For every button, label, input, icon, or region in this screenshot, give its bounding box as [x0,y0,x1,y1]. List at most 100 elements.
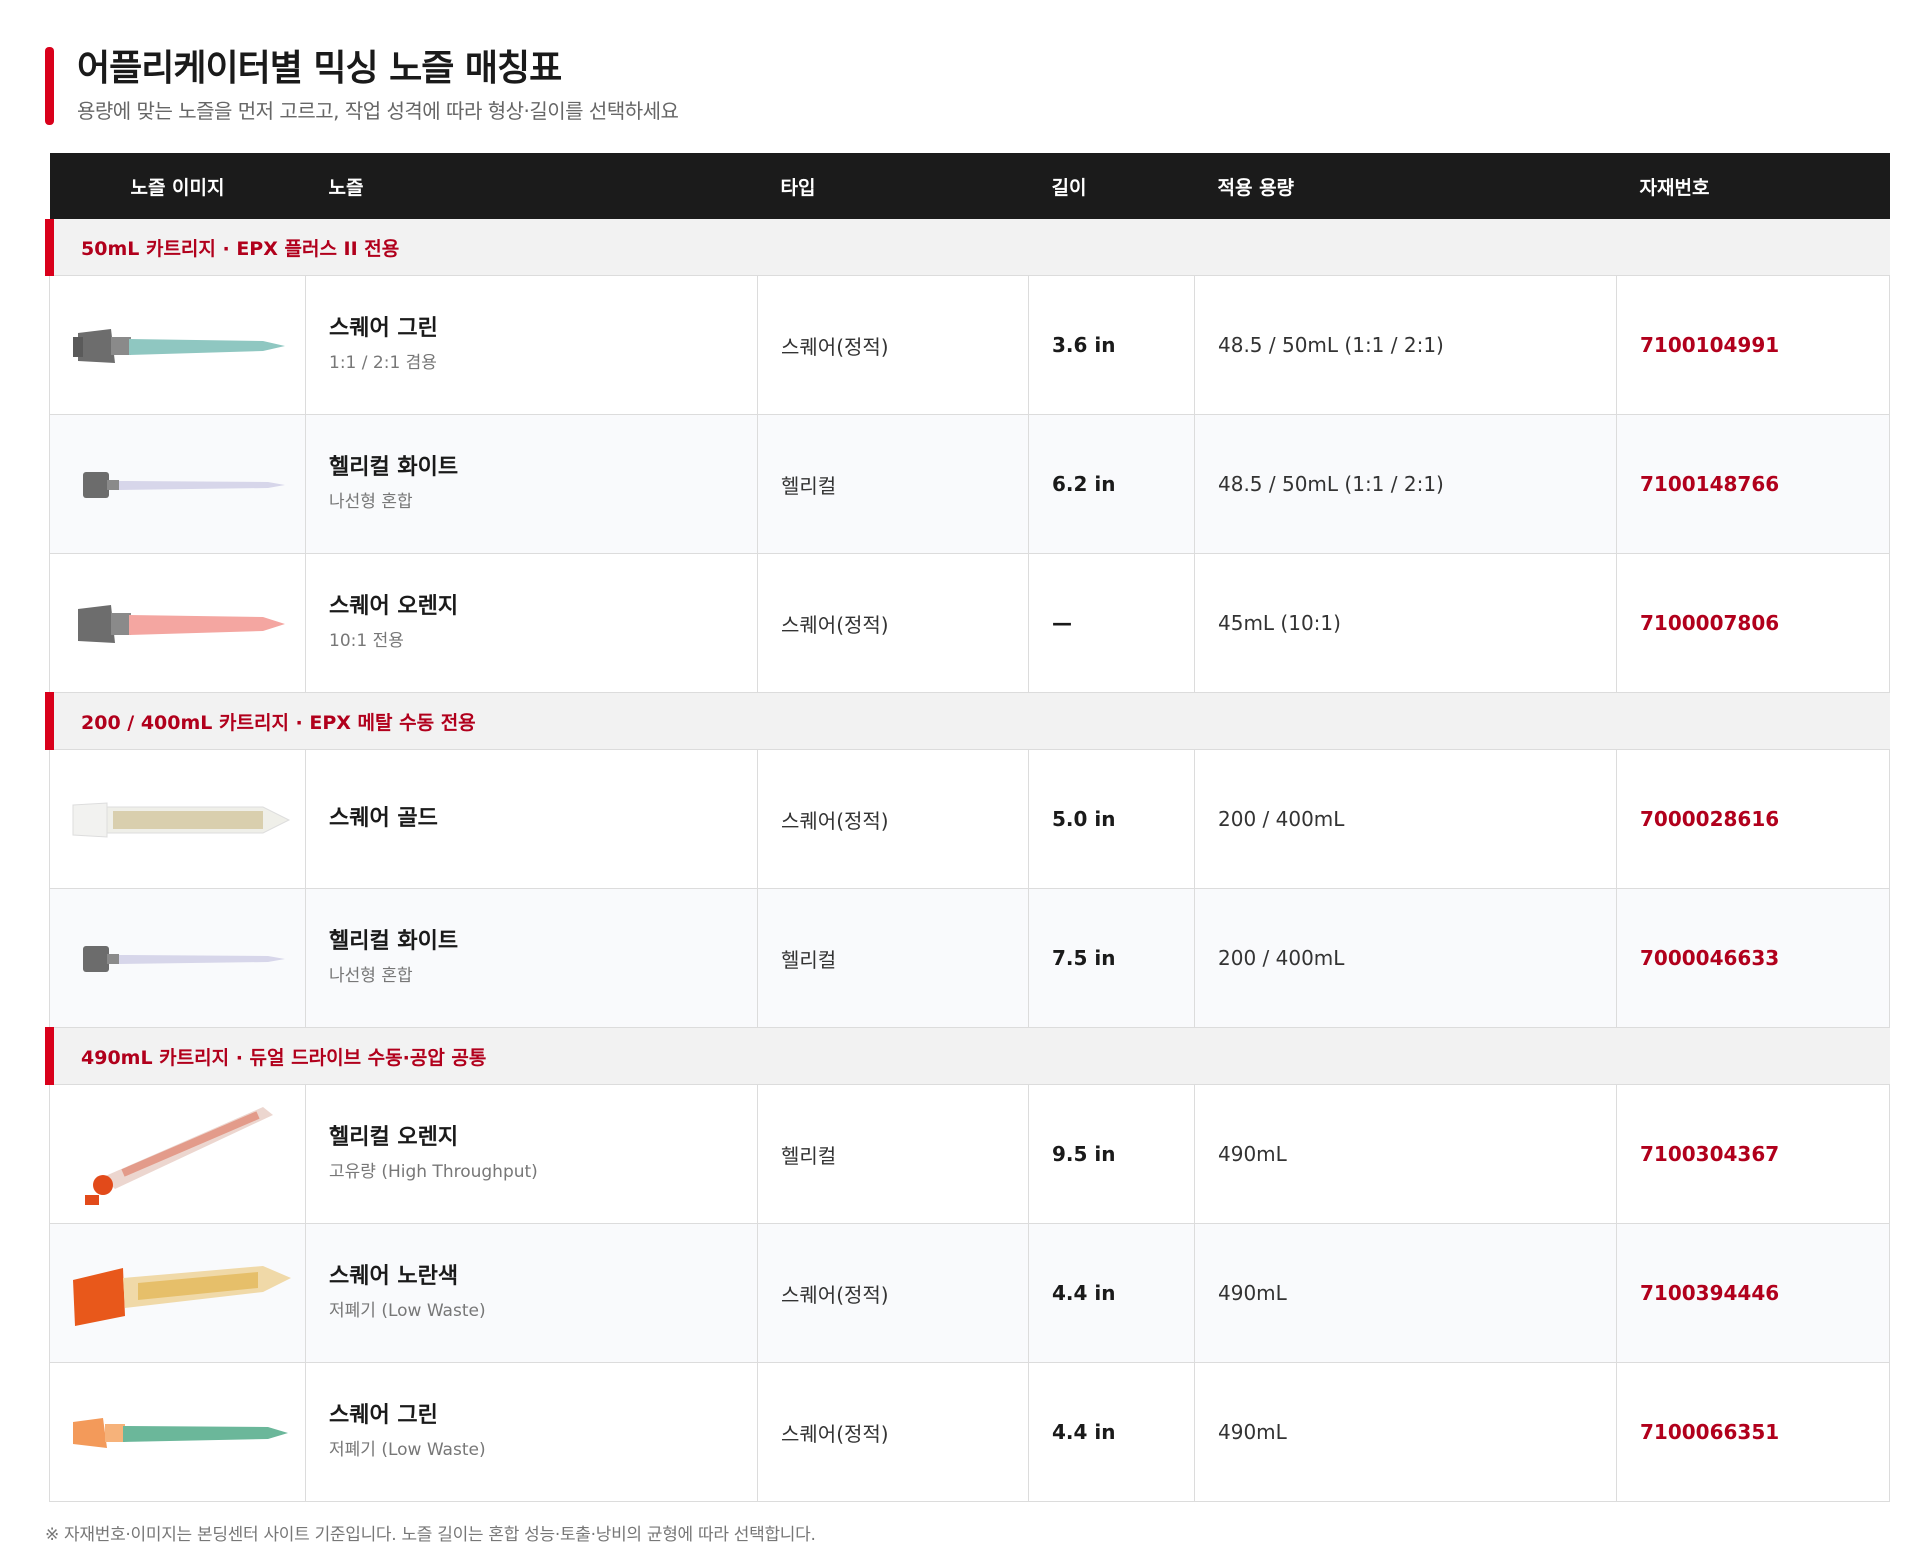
capacity-cell: 490mL [1194,1362,1617,1502]
group-label: 200 / 400mL 카트리지 · EPX 메탈 수동 전용 [45,692,1890,750]
page-subtitle: 용량에 맞는 노즐을 먼저 고르고, 작업 성격에 따라 형상·길이를 선택하세… [77,99,679,123]
table-row: 헬리컬 화이트 나선형 혼합 헬리컬 7.5 in 200 / 400mL 7000046… [49,888,1890,1028]
table-body: 50mL 카트리지 · EPX 플러스 II 전용스퀘어 그린 1:1 / 2:1… [45,219,1890,1502]
nozzle-cell: 스퀘어 골드 [305,749,758,889]
nozzle-cell: 스퀘어 노란색저폐기 (Low Waste) [305,1223,758,1363]
capacity-cell: 45mL (10:1) [1194,553,1617,693]
nozzle-image-cell [49,275,306,415]
nozzle-name: 스퀘어 골드 [329,806,438,831]
nozzle-subtext: 저폐기 (Low Waste) [329,1440,486,1460]
part-number-cell: 7100148766 [1616,414,1890,554]
part-number-cell: 7100104991 [1616,275,1890,415]
nozzle-image-cell [49,414,306,554]
length-cell: 9.5 in [1028,1084,1195,1224]
helical-orange-nozzle-icon [50,1099,305,1209]
square-green-nozzle-icon [50,1402,305,1462]
length-cell: 4.4 in [1028,1223,1195,1363]
helical-white-nozzle-icon [50,454,305,514]
header-image: 노즐 이미지 [49,153,306,219]
nozzle-name: 헬리컬 화이트 [329,455,459,480]
nozzle-subtext: 10:1 전용 [329,631,404,651]
type-cell: 헬리컬 [757,414,1029,554]
table-header-row: 노즐 이미지 노즐 타입 길이 적용 용량 자재번호 [49,153,1890,219]
type-cell: 스퀘어(정적) [757,275,1029,415]
nozzle-subtext: 고유량 (High Throughput) [329,1162,538,1182]
nozzle-cell: 헬리컬 화이트나선형 혼합 [305,888,758,1028]
type-cell: 스퀘어(정적) [757,553,1029,693]
table-row: 스퀘어 그린 저폐기 (Low Waste) 스퀘어(정적) 4.4 in 490mL 7… [49,1362,1890,1502]
part-number-cell: 7000028616 [1616,749,1890,889]
group-label: 490mL 카트리지 · 듀얼 드라이브 수동·공압 공통 [45,1027,1890,1085]
capacity-cell: 200 / 400mL [1194,749,1617,889]
type-cell: 스퀘어(정적) [757,1362,1029,1502]
capacity-cell: 490mL [1194,1223,1617,1363]
page-title: 어플리케이터별 믹싱 노즐 매칭표 [77,48,562,89]
table-row: 스퀘어 노란색 저폐기 (Low Waste) 스퀘어(정적) 4.4 in 490mL… [49,1223,1890,1363]
nozzle-subtext: 나선형 혼합 [329,966,413,986]
length-cell: 3.6 in [1028,275,1195,415]
table-row: 스퀘어 오렌지 10:1 전용 스퀘어(정적) —45mL (10:1) 7100007… [49,553,1890,693]
footnote: ※ 자재번호·이미지는 본딩센터 사이트 기준입니다. 노즐 길이는 혼합 성능… [45,1525,816,1545]
nozzle-cell: 스퀘어 그린 1:1 / 2:1 겸용 [305,275,758,415]
nozzle-name: 스퀘어 오렌지 [329,594,459,619]
square-green-nozzle-icon [50,315,305,375]
nozzle-name: 헬리컬 오렌지 [329,1125,459,1150]
nozzle-image-cell [49,1084,306,1224]
header-length: 길이 [1028,153,1195,219]
table-row: 스퀘어 골드 스퀘어(정적) 5.0 in 200 / 400mL 7000028616 [49,749,1890,889]
table-row: 스퀘어 그린 1:1 / 2:1 겸용 스퀘어(정적) 3.6 in 48.5 / 50… [49,275,1890,415]
square-yellow-nozzle-icon [50,1238,305,1348]
nozzle-cell: 스퀘어 오렌지 10:1 전용 [305,553,758,693]
part-number-cell: 7100304367 [1616,1084,1890,1224]
group-row: 200 / 400mL 카트리지 · EPX 메탈 수동 전용 [45,692,1890,750]
length-cell: 7.5 in [1028,888,1195,1028]
nozzle-name: 헬리컬 화이트 [329,929,459,954]
group-label: 50mL 카트리지 · EPX 플러스 II 전용 [45,219,1890,276]
nozzle-subtext: 나선형 혼합 [329,492,413,512]
nozzle-matching-table: 노즐 이미지 노즐 타입 길이 적용 용량 자재번호 50mL 카트리지 · E… [45,153,1890,1502]
header-capacity: 적용 용량 [1194,153,1617,219]
length-cell: 4.4 in [1028,1362,1195,1502]
square-orange-nozzle-icon [50,593,305,653]
type-cell: 헬리컬 [757,1084,1029,1224]
capacity-cell: 48.5 / 50mL (1:1 / 2:1) [1194,414,1617,554]
nozzle-name: 스퀘어 그린 [329,316,438,341]
type-cell: 스퀘어(정적) [757,1223,1029,1363]
nozzle-name: 스퀘어 노란색 [329,1264,459,1289]
group-row: 490mL 카트리지 · 듀얼 드라이브 수동·공압 공통 [45,1027,1890,1085]
header-part-no: 자재번호 [1616,153,1890,219]
table-row: 헬리컬 화이트 나선형 혼합 헬리컬 6.2 in 48.5 / 50mL (1:1 /… [49,414,1890,554]
capacity-cell: 200 / 400mL [1194,888,1617,1028]
nozzle-name: 스퀘어 그린 [329,1403,438,1428]
nozzle-image-cell [49,1362,306,1502]
part-number-cell: 7000046633 [1616,888,1890,1028]
nozzle-cell: 스퀘어 그린저폐기 (Low Waste) [305,1362,758,1502]
length-cell: — [1028,553,1195,693]
nozzle-image-cell [49,749,306,889]
part-number-cell: 7100394446 [1616,1223,1890,1363]
part-number-cell: 7100066351 [1616,1362,1890,1502]
type-cell: 헬리컬 [757,888,1029,1028]
nozzle-image-cell [49,1223,306,1363]
header-nozzle: 노즐 [305,153,758,219]
page: 어플리케이터별 믹싱 노즐 매칭표 용량에 맞는 노즐을 먼저 고르고, 작업 … [45,0,1890,1545]
length-cell: 5.0 in [1028,749,1195,889]
nozzle-cell: 헬리컬 오렌지고유량 (High Throughput) [305,1084,758,1224]
type-cell: 스퀘어(정적) [757,749,1029,889]
table-row: 헬리컬 오렌지 고유량 (High Throughput) 헬리컬 9.5 in 490… [49,1084,1890,1224]
title-accent-bar [45,47,54,125]
nozzle-image-cell [49,888,306,1028]
group-row: 50mL 카트리지 · EPX 플러스 II 전용 [45,219,1890,276]
helical-white-nozzle-icon [50,928,305,988]
nozzle-cell: 헬리컬 화이트나선형 혼합 [305,414,758,554]
capacity-cell: 48.5 / 50mL (1:1 / 2:1) [1194,275,1617,415]
nozzle-subtext: 1:1 / 2:1 겸용 [329,353,437,373]
capacity-cell: 490mL [1194,1084,1617,1224]
length-cell: 6.2 in [1028,414,1195,554]
nozzle-image-cell [49,553,306,693]
title-block: 어플리케이터별 믹싱 노즐 매칭표 용량에 맞는 노즐을 먼저 고르고, 작업 … [45,45,1885,127]
part-number-cell: 7100007806 [1616,553,1890,693]
square-gold-nozzle-icon [50,789,305,849]
header-type: 타입 [757,153,1029,219]
nozzle-subtext: 저폐기 (Low Waste) [329,1301,486,1321]
